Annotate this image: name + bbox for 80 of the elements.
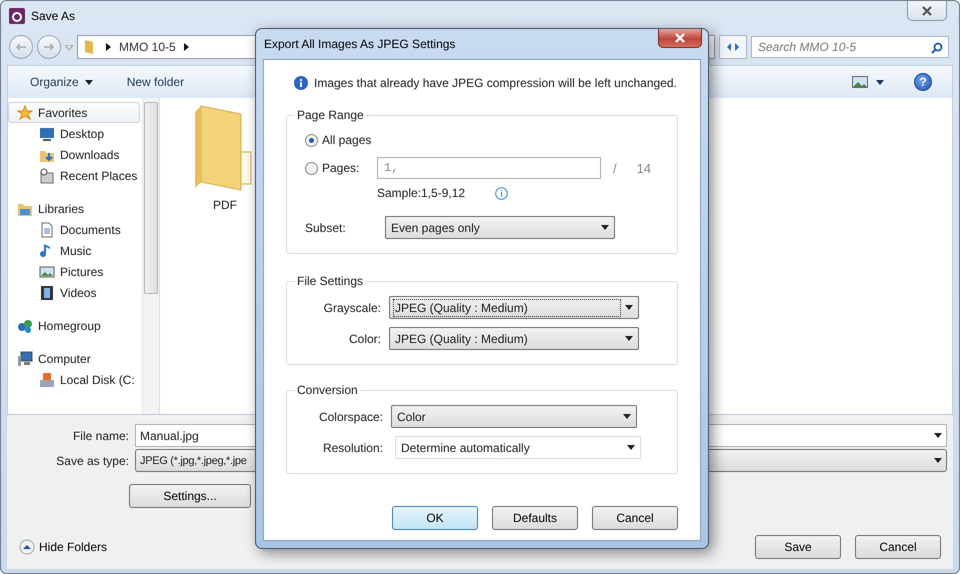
close-icon — [674, 33, 686, 43]
settings-button[interactable]: Settings... — [129, 484, 251, 508]
refresh-button[interactable] — [719, 35, 747, 59]
refresh-icon — [726, 41, 740, 53]
dialog-button[interactable]: Cancel — [592, 506, 678, 530]
caret-icon — [934, 433, 942, 438]
field-label: Resolution: — [322, 440, 384, 454]
dropdown[interactable]: Determine automatically — [395, 436, 641, 459]
nav-item[interactable]: Documents — [8, 219, 140, 240]
search-icon[interactable] — [931, 42, 943, 54]
chevron-icon[interactable] — [184, 43, 189, 51]
nav-item[interactable]: Favorites — [8, 102, 140, 123]
recent-icon — [39, 168, 55, 184]
documents-icon — [39, 222, 55, 238]
star-icon — [17, 104, 33, 120]
nav-item[interactable]: Recent Places — [8, 165, 140, 186]
group-title: Page Range — [296, 108, 365, 122]
app-icon — [9, 8, 25, 24]
toolbar-button[interactable]: Organize — [28, 73, 95, 91]
nav-item[interactable]: Desktop — [8, 123, 140, 144]
nav-item[interactable]: Computer — [8, 348, 140, 369]
dropdown[interactable]: JPEG (Quality : Medium) — [389, 327, 639, 350]
homegroup-icon — [17, 318, 33, 334]
field-label: Save as type: — [55, 454, 130, 468]
dialog-button[interactable]: Defaults — [492, 506, 578, 530]
scrollbar[interactable] — [142, 98, 159, 414]
nav-item[interactable]: Homegroup — [8, 315, 140, 336]
group-title: File Settings — [296, 274, 364, 288]
radio-button[interactable]: Pages: — [305, 161, 375, 175]
nav-item[interactable]: Local Disk (C: — [8, 369, 140, 390]
close-button[interactable] — [907, 1, 947, 21]
sample-text: Sample:1,5-9,12 — [377, 186, 466, 200]
separator-text: / — [613, 160, 617, 176]
caret-icon — [601, 225, 609, 230]
field-label: Subset: — [305, 220, 347, 234]
nav-item[interactable]: Videos — [8, 282, 140, 303]
page-total: 14 — [636, 160, 652, 176]
group-title: Conversion — [296, 383, 359, 397]
info-icon[interactable] — [495, 186, 508, 200]
disk-icon — [39, 372, 55, 388]
pictures-icon — [39, 264, 55, 280]
toolbar-button[interactable]: New folder — [124, 73, 186, 91]
dialog-button[interactable]: Cancel — [855, 535, 941, 559]
caret-icon — [625, 305, 633, 310]
forward-arrow-icon — [43, 42, 55, 52]
desktop-icon — [39, 126, 55, 142]
field-label: Colorspace: — [318, 410, 384, 424]
info-message: Images that already have JPEG compression will be left unchanged. — [314, 76, 677, 90]
view-icon[interactable] — [852, 76, 868, 88]
caret-icon[interactable] — [876, 80, 884, 84]
caret-icon — [84, 80, 93, 84]
hide-folders-button[interactable]: Hide Folders — [19, 539, 108, 555]
back-arrow-icon — [15, 42, 27, 52]
nav-item[interactable]: Pictures — [8, 261, 140, 282]
collapse-icon — [19, 539, 35, 555]
nav-item[interactable]: Libraries — [8, 198, 140, 219]
info-icon — [294, 76, 308, 90]
dropdown[interactable]: Color — [391, 405, 637, 428]
dropdown[interactable]: Even pages only — [385, 216, 615, 239]
dialog-title: Export All Images As JPEG Settings — [264, 37, 456, 51]
search-field[interactable]: Search MMO 10-5 — [751, 36, 949, 58]
field-label: Grayscale: — [322, 300, 382, 314]
radio-button[interactable]: All pages — [305, 133, 375, 147]
caret-icon — [625, 336, 633, 341]
field-label: Color: — [348, 332, 382, 346]
close-button[interactable] — [658, 29, 702, 48]
nav-item[interactable]: Downloads — [8, 144, 140, 165]
window-title: Save As — [31, 9, 76, 23]
field-label: File name: — [72, 428, 130, 442]
dropdown[interactable]: JPEG (Quality : Medium) — [389, 296, 639, 319]
computer-icon — [17, 350, 33, 366]
chevron-icon[interactable] — [106, 43, 111, 51]
dialog-button[interactable]: Save — [755, 535, 841, 559]
close-icon — [921, 6, 933, 16]
file-item[interactable]: PDF — [180, 102, 270, 410]
dialog-button[interactable]: OK — [392, 506, 478, 530]
caret-icon — [934, 458, 942, 463]
nav-item[interactable]: Music — [8, 240, 140, 261]
videos-icon — [39, 284, 55, 300]
breadcrumb[interactable]: MMO 10-5 — [119, 40, 176, 54]
